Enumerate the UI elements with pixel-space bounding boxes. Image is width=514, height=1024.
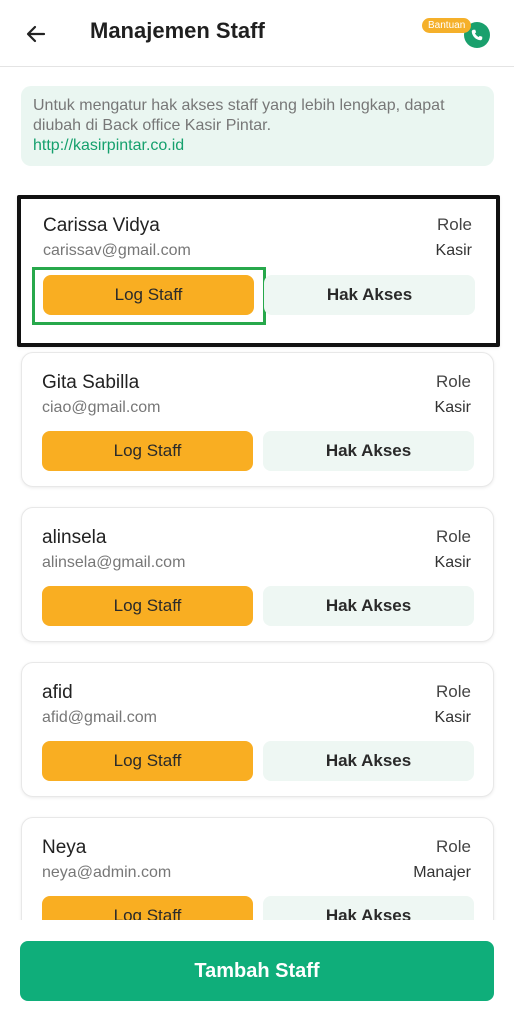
backoffice-link[interactable]: http://kasirpintar.co.id bbox=[33, 136, 482, 156]
role-label: Role bbox=[436, 682, 471, 701]
info-text: Untuk mengatur hak akses staff yang lebi… bbox=[33, 97, 445, 134]
log-staff-button[interactable]: Log Staff bbox=[42, 741, 253, 781]
info-banner: Untuk mengatur hak akses staff yang lebi… bbox=[21, 86, 494, 166]
help-label: Bantuan bbox=[422, 18, 472, 33]
staff-email: ciao@gmail.com bbox=[42, 399, 161, 416]
role-value: Kasir bbox=[434, 399, 471, 416]
staff-email: neya@admin.com bbox=[42, 864, 172, 881]
staff-email: afid@gmail.com bbox=[42, 709, 157, 726]
arrow-left-icon bbox=[26, 25, 46, 43]
log-staff-button[interactable]: Log Staff bbox=[42, 431, 253, 471]
role-label: Role bbox=[436, 527, 471, 546]
staff-card: alinsela alinsela@gmail.com Role Kasir L… bbox=[21, 507, 494, 642]
staff-email: alinsela@gmail.com bbox=[42, 554, 186, 571]
access-rights-button[interactable]: Hak Akses bbox=[263, 586, 474, 626]
staff-name: Carissa Vidya bbox=[43, 215, 160, 236]
role-value: Kasir bbox=[435, 242, 472, 259]
role-label: Role bbox=[436, 372, 471, 391]
staff-name: Gita Sabilla bbox=[42, 372, 140, 393]
access-rights-button[interactable]: Hak Akses bbox=[263, 741, 474, 781]
access-rights-button[interactable]: Hak Akses bbox=[264, 275, 475, 315]
role-label: Role bbox=[437, 215, 472, 234]
log-staff-button[interactable]: Log Staff bbox=[42, 586, 253, 626]
staff-card: Carissa Vidya carissav@gmail.com Role Ka… bbox=[17, 195, 500, 347]
staff-name: Neya bbox=[42, 837, 87, 858]
log-staff-button[interactable]: Log Staff bbox=[42, 896, 253, 920]
add-staff-button[interactable]: Tambah Staff bbox=[20, 941, 494, 1001]
help-button[interactable]: Bantuan bbox=[420, 16, 492, 50]
back-button[interactable] bbox=[18, 16, 54, 52]
staff-card: Neya neya@admin.com Role Manajer Log Sta… bbox=[21, 817, 494, 920]
bottom-bar: Tambah Staff bbox=[0, 925, 514, 1024]
role-label: Role bbox=[436, 837, 471, 856]
staff-card: Gita Sabilla ciao@gmail.com Role Kasir L… bbox=[21, 352, 494, 487]
access-rights-button[interactable]: Hak Akses bbox=[263, 896, 474, 920]
staff-name: afid bbox=[42, 682, 73, 703]
log-staff-button[interactable]: Log Staff bbox=[43, 275, 254, 315]
access-rights-button[interactable]: Hak Akses bbox=[263, 431, 474, 471]
staff-card: afid afid@gmail.com Role Kasir Log Staff… bbox=[21, 662, 494, 797]
page-title: Manajemen Staff bbox=[90, 18, 265, 43]
staff-list[interactable]: Carissa Vidya carissav@gmail.com Role Ka… bbox=[0, 195, 514, 920]
staff-name: alinsela bbox=[42, 527, 107, 548]
role-value: Kasir bbox=[434, 554, 471, 571]
staff-email: carissav@gmail.com bbox=[43, 242, 191, 259]
role-value: Kasir bbox=[434, 709, 471, 726]
role-value: Manajer bbox=[413, 864, 471, 881]
app-bar: Manajemen Staff Bantuan bbox=[0, 0, 514, 67]
